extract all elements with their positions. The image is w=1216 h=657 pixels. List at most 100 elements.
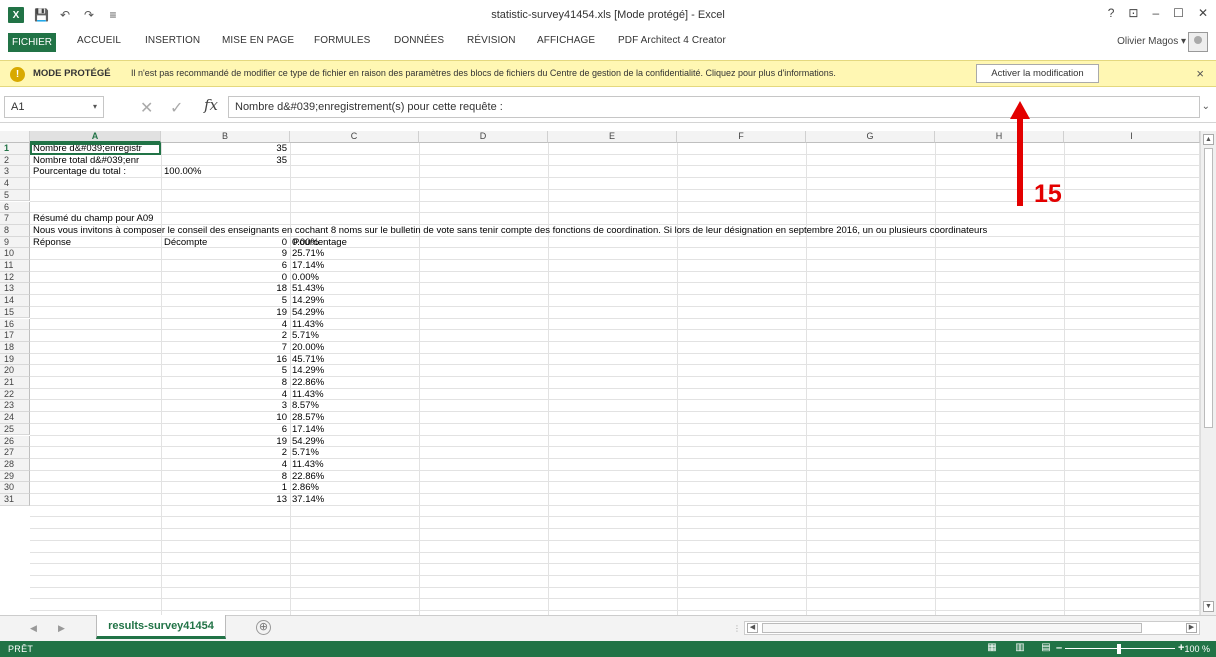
name-box[interactable]: A1 ▾ (4, 96, 104, 118)
row-header[interactable]: 24 (0, 412, 30, 424)
horizontal-scroll-thumb[interactable] (762, 623, 1142, 633)
user-name[interactable]: Olivier Magos ▾ (1117, 36, 1186, 47)
formula-input[interactable]: Nombre d&#039;enregistrement(s) pour cet… (228, 96, 1200, 118)
column-header-h[interactable]: H (935, 131, 1064, 143)
cell-percentage[interactable]: 11.43% (292, 459, 418, 471)
row-header[interactable]: 13 (0, 283, 30, 296)
column-header-b[interactable]: B (161, 131, 290, 143)
cell-count[interactable]: 7 (161, 342, 287, 354)
cell-count[interactable]: 16 (161, 354, 287, 366)
row-header[interactable]: 17 (0, 330, 30, 342)
row-header[interactable]: 6 (0, 201, 30, 214)
row-header[interactable]: 28 (0, 458, 30, 471)
row-header[interactable]: 5 (0, 189, 30, 202)
row-header[interactable]: 3 (0, 166, 30, 179)
cell-percentage[interactable]: 5.71% (292, 330, 418, 342)
row-header[interactable]: 27 (0, 447, 30, 459)
row-header[interactable]: 14 (0, 295, 30, 307)
tab-page-layout[interactable]: MISE EN PAGE (222, 35, 294, 46)
row-header[interactable]: 23 (0, 400, 30, 413)
cell-percentage[interactable]: 45.71% (292, 354, 418, 366)
protected-view-message[interactable]: Il n'est pas recommandé de modifier ce t… (131, 68, 836, 78)
vertical-scroll-thumb[interactable] (1204, 148, 1213, 428)
cell-count[interactable]: 5 (161, 365, 287, 377)
avatar[interactable] (1188, 32, 1208, 52)
column-header-f[interactable]: F (677, 131, 806, 143)
scroll-up-icon[interactable]: ▲ (1203, 134, 1214, 145)
enter-icon[interactable]: ✓ (170, 98, 183, 118)
next-sheet-icon[interactable]: ▶ (58, 623, 65, 634)
column-header-e[interactable]: E (548, 131, 677, 143)
cell-percentage[interactable]: 2.86% (292, 482, 418, 494)
cell-percentage[interactable]: 51.43% (292, 283, 418, 295)
cell-percentage[interactable]: 14.29% (292, 365, 418, 377)
page-layout-view-icon[interactable]: ▥ (1014, 643, 1026, 654)
cell-count[interactable]: 6 (161, 260, 287, 272)
row-header[interactable]: 7 (0, 213, 30, 225)
cancel-icon[interactable]: ✕ (140, 98, 153, 118)
cell-b1[interactable]: 35 (161, 143, 287, 155)
row-header[interactable]: 30 (0, 482, 30, 494)
name-box-dropdown-icon[interactable]: ▾ (93, 102, 97, 111)
help-button[interactable]: ? (1108, 6, 1115, 20)
cell-count[interactable]: 2 (161, 447, 287, 459)
zoom-in-icon[interactable]: + (1178, 642, 1184, 654)
cell-percentage[interactable]: 0.00% (292, 237, 418, 249)
cell-count[interactable]: 8 (161, 471, 287, 483)
cell-count[interactable]: 19 (161, 307, 287, 319)
prev-sheet-icon[interactable]: ◀ (30, 623, 37, 634)
cell-percentage[interactable]: 37.14% (292, 494, 418, 506)
cell-percentage[interactable]: 17.14% (292, 424, 418, 436)
cell-percentage[interactable]: 14.29% (292, 295, 418, 307)
tab-data[interactable]: DONNÉES (394, 35, 444, 46)
tab-split-handle-icon[interactable]: ⋮ (733, 624, 741, 633)
insert-function-icon[interactable]: fx (204, 96, 218, 114)
page-break-view-icon[interactable]: ▤ (1040, 643, 1052, 654)
tab-review[interactable]: RÉVISION (467, 35, 516, 46)
scroll-down-icon[interactable]: ▼ (1203, 601, 1214, 612)
cell-percentage[interactable]: 8.57% (292, 400, 418, 412)
minimize-button[interactable]: – (1152, 6, 1159, 20)
cell-count[interactable]: 10 (161, 412, 287, 424)
row-header[interactable]: 12 (0, 271, 30, 284)
zoom-slider-thumb[interactable] (1117, 644, 1121, 654)
scroll-left-icon[interactable]: ◀ (747, 623, 758, 633)
cell-percentage[interactable]: 5.71% (292, 447, 418, 459)
cell-percentage[interactable]: 17.14% (292, 260, 418, 272)
cell-percentage[interactable]: 54.29% (292, 307, 418, 319)
column-header-c[interactable]: C (290, 131, 419, 143)
tab-view[interactable]: AFFICHAGE (537, 35, 595, 46)
expand-formula-bar-icon[interactable]: ⌄ (1202, 101, 1210, 112)
cell-percentage[interactable]: 22.86% (292, 377, 418, 389)
cell-count[interactable]: 8 (161, 377, 287, 389)
column-header-i[interactable]: I (1064, 131, 1200, 143)
cell-count[interactable]: 4 (161, 389, 287, 401)
cell-count[interactable]: 4 (161, 459, 287, 471)
maximize-button[interactable]: ☐ (1173, 6, 1184, 20)
cell-percentage[interactable]: 28.57% (292, 412, 418, 424)
tab-pdf-architect[interactable]: PDF Architect 4 Creator (618, 35, 726, 46)
column-header-d[interactable]: D (419, 131, 548, 143)
cell-count[interactable]: 3 (161, 400, 287, 412)
row-header[interactable]: 2 (0, 154, 30, 167)
cell-a8[interactable]: Réponse (33, 237, 159, 249)
row-header[interactable]: 8 (0, 224, 30, 237)
row-header[interactable]: 10 (0, 248, 30, 260)
row-header[interactable]: 25 (0, 423, 30, 436)
row-header[interactable]: 20 (0, 365, 30, 377)
row-header[interactable]: 26 (0, 435, 30, 448)
cell-percentage[interactable]: 0.00% (292, 272, 418, 284)
row-header[interactable]: 19 (0, 353, 30, 366)
close-message-bar-icon[interactable]: × (1196, 66, 1204, 81)
cell-percentage[interactable]: 54.29% (292, 436, 418, 448)
column-header-a[interactable]: A (30, 131, 161, 143)
row-header[interactable]: 15 (0, 306, 30, 319)
cell-count[interactable]: 9 (161, 248, 287, 260)
row-header[interactable]: 9 (0, 236, 30, 249)
cell-a6[interactable]: Résumé du champ pour A09 (33, 213, 153, 225)
cell-count[interactable]: 5 (161, 295, 287, 307)
close-button[interactable]: ✕ (1198, 6, 1208, 20)
scroll-right-icon[interactable]: ▶ (1186, 623, 1197, 633)
row-header[interactable]: 22 (0, 388, 30, 401)
cell-percentage[interactable]: 25.71% (292, 248, 418, 260)
